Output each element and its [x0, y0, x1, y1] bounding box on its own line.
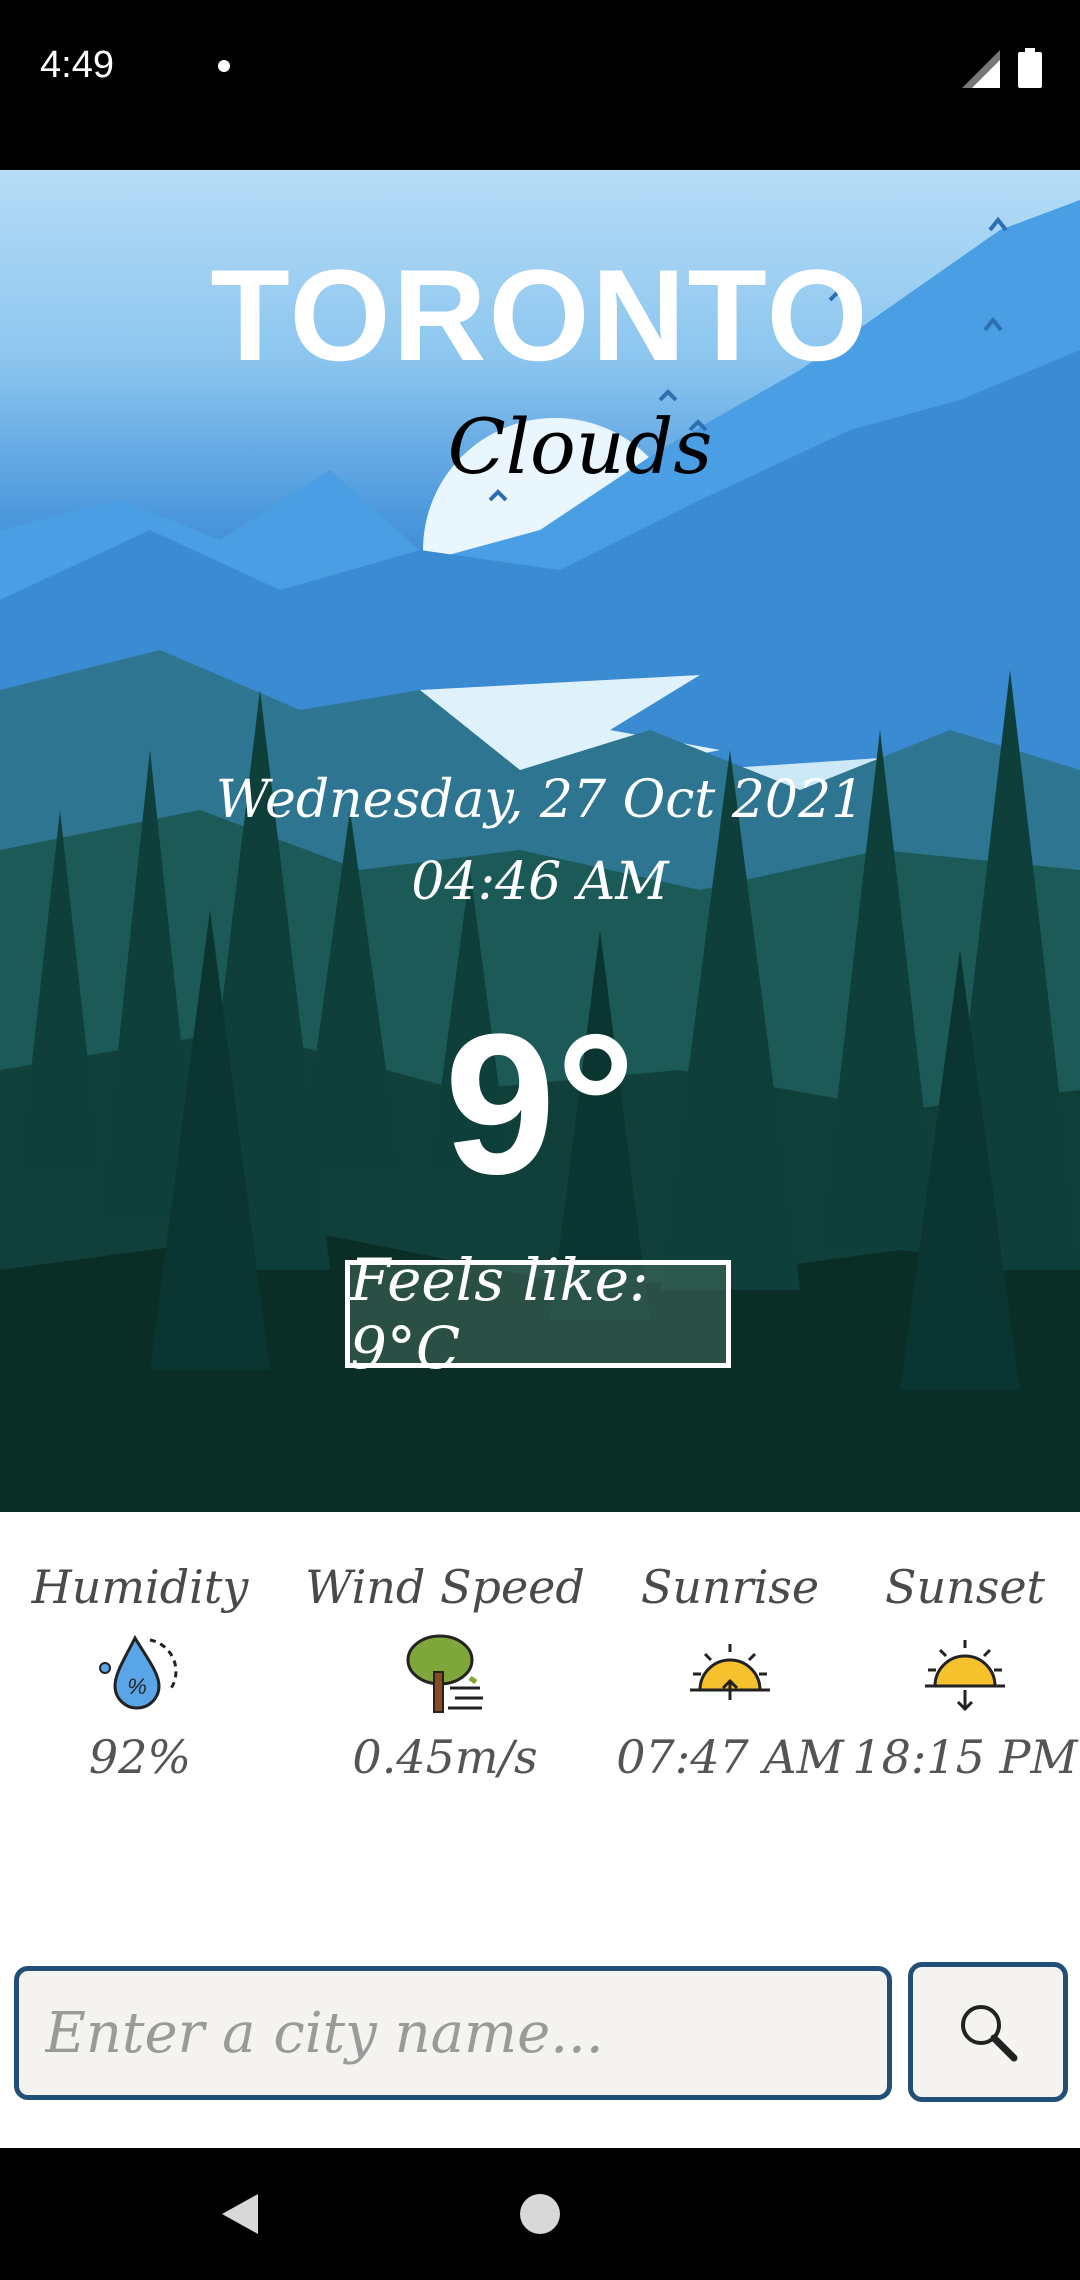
svg-text:%: % [127, 1674, 147, 1699]
stat-sunset: Sunset 18:15 PM [850, 1560, 1080, 1784]
status-bar: 4:49 [0, 0, 1080, 170]
stat-label: Sunrise [640, 1560, 820, 1614]
stat-humidity: Humidity % 92% [20, 1560, 260, 1784]
date-text: Wednesday, 27 Oct 2021 [215, 770, 865, 830]
signal-icon [962, 50, 1000, 88]
stat-label: Wind Speed [305, 1560, 585, 1614]
sunrise-icon [690, 1644, 770, 1700]
wind-tree-icon [406, 1634, 483, 1713]
home-icon[interactable] [520, 2194, 560, 2234]
feels-like-box: Feels like: 9°C [345, 1246, 731, 1382]
stat-label: Sunset [884, 1560, 1046, 1614]
stat-value: 07:47 AM [616, 1730, 844, 1784]
stat-sunrise: Sunrise 07:47 AM [590, 1560, 870, 1784]
stat-value: 18:15 PM [852, 1730, 1078, 1784]
city-title: TORONTO [210, 242, 870, 388]
city-search-input[interactable] [14, 1966, 892, 2100]
stat-value: 92% [88, 1730, 192, 1784]
navigation-bar [0, 2148, 1080, 2280]
stat-wind-speed: Wind Speed 0.45m/s [300, 1560, 590, 1784]
weather-condition: Clouds [447, 402, 713, 491]
temperature: 9° [444, 993, 636, 1216]
search-icon [961, 2005, 1018, 2062]
stat-label: Humidity [31, 1560, 249, 1614]
stat-value: 0.45m/s [352, 1730, 538, 1784]
weather-hero: TORONTO Clouds Wednesday, 27 Oct 2021 04… [0, 170, 1080, 1512]
search-button[interactable] [908, 1962, 1068, 2102]
humidity-icon: % [99, 1634, 178, 1710]
time-text: 04:46 AM [411, 852, 669, 912]
status-time: 4:49 [40, 44, 114, 86]
notification-dot-icon [218, 60, 230, 72]
back-icon[interactable] [218, 2190, 262, 2238]
battery-icon [1018, 48, 1042, 88]
sunset-icon [925, 1640, 1005, 1712]
